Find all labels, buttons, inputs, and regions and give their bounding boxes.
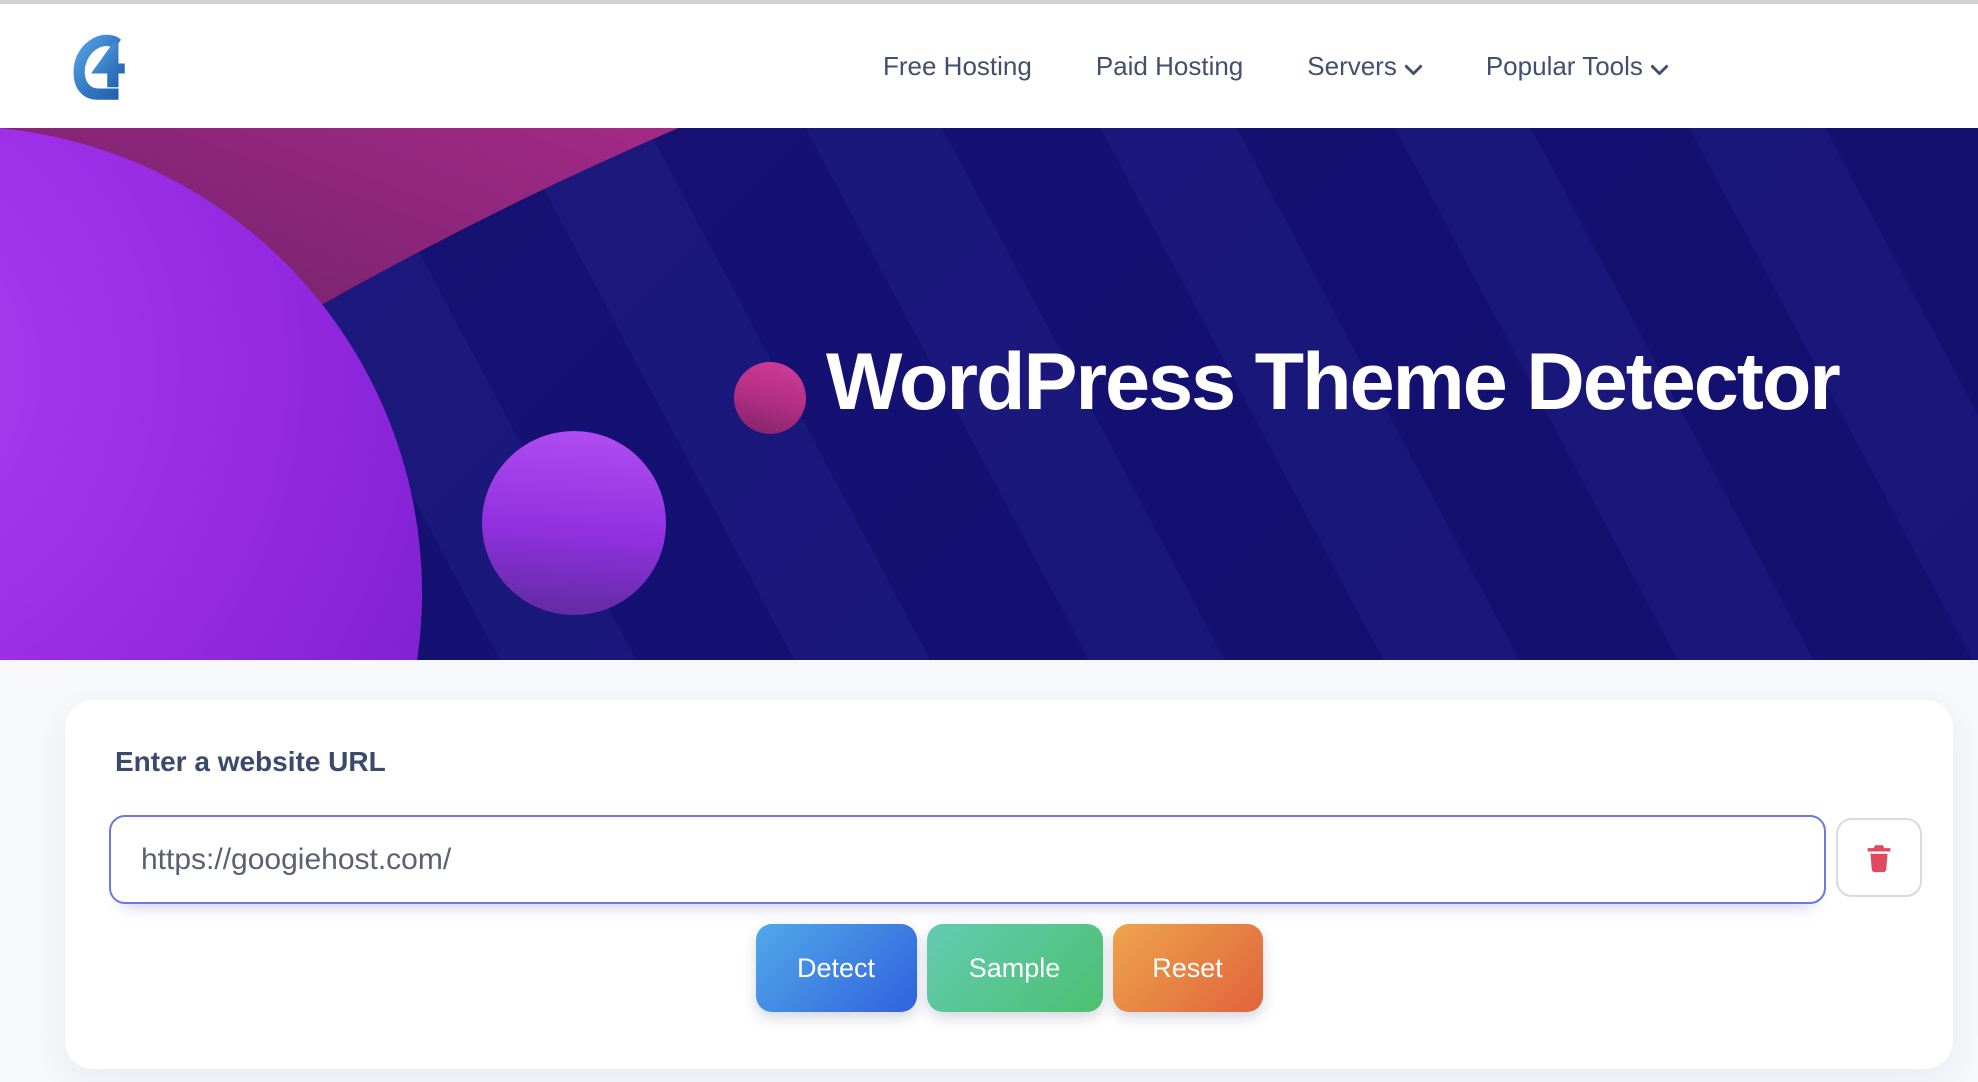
sample-button[interactable]: Sample — [927, 924, 1103, 1012]
hero-banner: WordPress Theme Detector — [0, 128, 1978, 660]
hero-small-magenta-circle — [734, 362, 806, 434]
detect-button[interactable]: Detect — [756, 924, 917, 1012]
hero-medium-purple-circle — [482, 431, 666, 615]
googiehost-logo-icon — [56, 18, 136, 114]
nav-item-free-hosting[interactable]: Free Hosting — [883, 51, 1032, 82]
chevron-down-icon — [1407, 56, 1422, 71]
site-header: Free Hosting Paid Hosting Servers Popula… — [0, 4, 1978, 128]
nav-item-popular-tools[interactable]: Popular Tools — [1486, 51, 1668, 82]
website-url-input[interactable] — [109, 815, 1826, 904]
main-content: Enter a website URL Detect Sample Reset — [0, 660, 1978, 1082]
url-input-label: Enter a website URL — [115, 746, 386, 778]
nav-label: Free Hosting — [883, 51, 1032, 82]
trash-icon — [1862, 841, 1896, 875]
action-buttons-row: Detect Sample Reset — [65, 924, 1953, 1012]
main-nav: Free Hosting Paid Hosting Servers Popula… — [883, 4, 1668, 128]
reset-button[interactable]: Reset — [1113, 924, 1263, 1012]
hero-large-purple-circle — [0, 128, 422, 660]
page-title: WordPress Theme Detector — [826, 336, 1839, 429]
nav-item-servers[interactable]: Servers — [1307, 51, 1422, 82]
top-border — [0, 0, 1978, 4]
googiehost-logo[interactable] — [56, 18, 136, 114]
detector-form-card: Enter a website URL Detect Sample Reset — [65, 700, 1953, 1069]
nav-label: Servers — [1307, 51, 1397, 82]
clear-input-button[interactable] — [1836, 818, 1922, 897]
nav-label: Popular Tools — [1486, 51, 1643, 82]
nav-item-paid-hosting[interactable]: Paid Hosting — [1096, 51, 1243, 82]
nav-label: Paid Hosting — [1096, 51, 1243, 82]
chevron-down-icon — [1653, 56, 1668, 71]
